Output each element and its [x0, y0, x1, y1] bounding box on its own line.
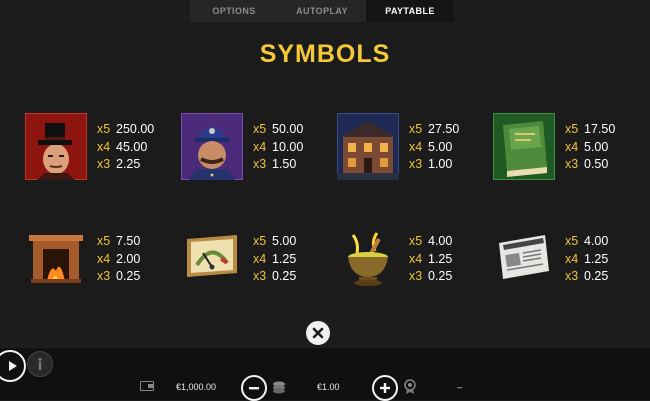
- minus-icon: [249, 387, 259, 390]
- pay-list: x5 5.00 x4 1.25 x3 0.25: [253, 234, 297, 283]
- balance-value: €1,000.00: [176, 382, 217, 392]
- gauge-icon: [181, 225, 243, 297]
- tab-options[interactable]: OPTIONS: [190, 0, 278, 22]
- tab-paytable[interactable]: PAYTABLE: [366, 0, 454, 22]
- book-icon: [493, 113, 555, 185]
- policeman-icon: [181, 113, 243, 185]
- newspaper-icon: [493, 225, 555, 297]
- close-icon: [312, 327, 324, 339]
- house-icon: [337, 113, 399, 185]
- pay-list: x5 250.00 x4 45.00 x3 2.25: [97, 122, 155, 171]
- coins-icon: [273, 381, 285, 394]
- wallet-icon: [140, 381, 154, 391]
- medal-icon: [404, 379, 416, 394]
- pay-list: x5 4.00 x4 1.25 x3 0.25: [409, 234, 453, 283]
- increase-bet-button[interactable]: [372, 375, 398, 401]
- bottom-bar: €1,000.00 €1.00 –: [0, 348, 650, 401]
- close-button[interactable]: [306, 321, 330, 345]
- mortar-icon: [337, 225, 399, 297]
- detective-icon: [25, 113, 87, 185]
- pay-list: x5 50.00 x4 10.00 x3 1.50: [253, 122, 304, 171]
- play-button[interactable]: [0, 350, 26, 382]
- pay-list: x5 17.50 x4 5.00 x3 0.50: [565, 122, 616, 171]
- info-icon: [38, 358, 42, 370]
- plus-icon: [380, 383, 390, 393]
- info-button[interactable]: [27, 351, 53, 377]
- pay-list: x5 27.50 x4 5.00 x3 1.00: [409, 122, 460, 171]
- play-icon: [9, 361, 17, 371]
- pay-list: x5 7.50 x4 2.00 x3 0.25: [97, 234, 141, 283]
- tab-bar: OPTIONS AUTOPLAY PAYTABLE: [190, 0, 454, 22]
- pay-list: x5 4.00 x4 1.25 x3 0.25: [565, 234, 609, 283]
- bet-value: €1.00: [317, 382, 340, 392]
- decrease-bet-button[interactable]: [241, 375, 267, 401]
- fireplace-icon: [25, 225, 87, 297]
- win-value: –: [457, 382, 463, 392]
- page-title: SYMBOLS: [259, 40, 391, 68]
- tab-autoplay[interactable]: AUTOPLAY: [278, 0, 366, 22]
